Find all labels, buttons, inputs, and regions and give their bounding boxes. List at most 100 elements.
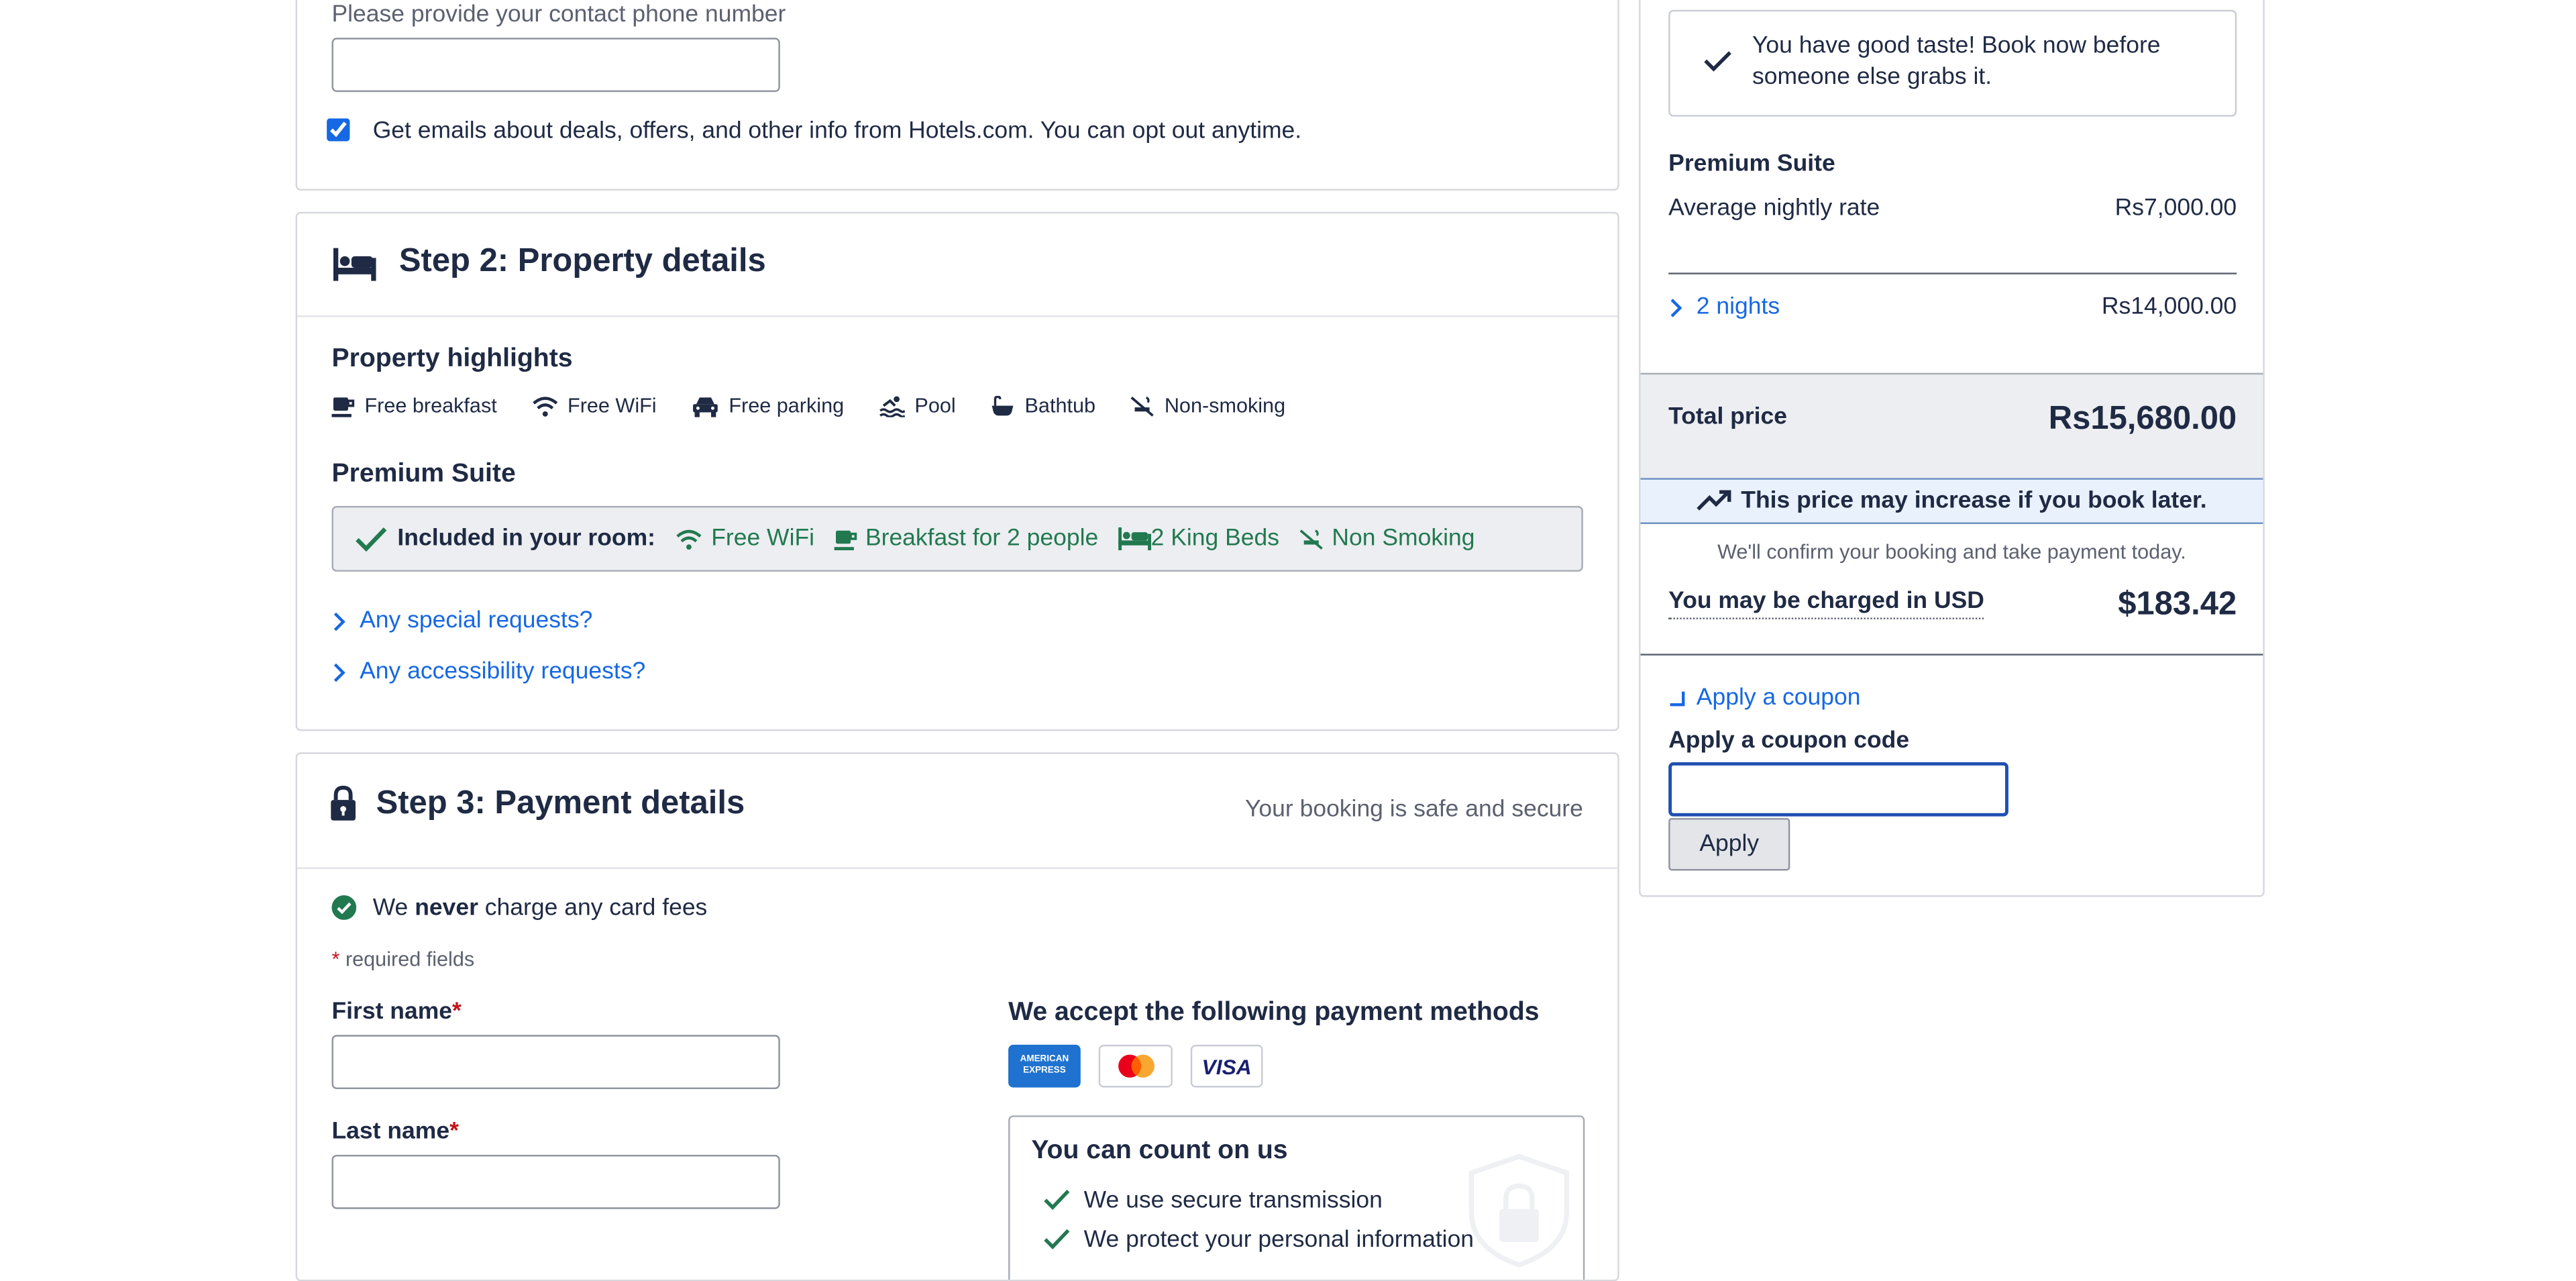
good-taste-tip: You have good taste! Book now before som…: [1668, 9, 2237, 117]
summary-room-name: Premium Suite: [1668, 151, 1835, 178]
phone-label: Please provide your contact phone number: [331, 1, 786, 28]
included-item: Non Smoking: [1299, 525, 1474, 552]
price-increase-text: This price may increase if you book late…: [1741, 488, 2207, 515]
average-rate-label: Average nightly rate: [1668, 195, 1880, 222]
highlight-label: Free WiFi: [568, 394, 657, 417]
usd-charge-label[interactable]: You may be charged in USD: [1668, 588, 1984, 619]
trust-title: You can count on us: [1031, 1137, 1288, 1165]
highlight-label: Pool: [914, 394, 956, 417]
bed-icon: [333, 248, 376, 281]
card-fees-bold: never: [415, 895, 478, 922]
visa-logo: VISA: [1190, 1044, 1263, 1088]
required-fields-note: * required fields: [331, 947, 474, 970]
payment-details-card: Step 3: Payment details Your booking is …: [295, 752, 1619, 1281]
card-fees-suffix: charge any card fees: [484, 895, 708, 922]
first-name-input[interactable]: [331, 1035, 780, 1090]
confirm-note: We'll confirm your booking and take paym…: [1717, 540, 2186, 564]
special-requests-toggle[interactable]: Any special requests?: [331, 608, 592, 634]
nights-toggle[interactable]: 2 nights: [1668, 294, 1780, 320]
email-opt-in-label: Get emails about deals, offers, and othe…: [372, 118, 1302, 145]
included-in-room-box: Included in your room: Free WiFi Breakfa…: [331, 505, 1583, 572]
required-star: *: [331, 947, 340, 971]
accessibility-requests-label: Any accessibility requests?: [360, 658, 646, 685]
visa-logo-text: VISA: [1201, 1054, 1252, 1079]
pool-icon: [879, 395, 905, 417]
mastercard-logo: [1098, 1044, 1173, 1088]
highlight-label: Non-smoking: [1164, 394, 1286, 417]
step2-title: Step 2: Property details: [398, 243, 766, 280]
wifi-icon: [532, 396, 557, 416]
chevron-right-icon: [333, 662, 345, 682]
email-opt-in-checkbox[interactable]: [327, 118, 350, 142]
trust-item: We use secure transmission: [1083, 1187, 1383, 1215]
coupon-code-label: Apply a coupon code: [1668, 727, 1910, 754]
secure-note: Your booking is safe and secure: [1245, 797, 1583, 823]
included-item-label: Breakfast for 2 people: [865, 525, 1099, 552]
step2-header: Step 2: Property details: [297, 213, 1618, 317]
step3-header: Step 3: Payment details Your booking is …: [297, 754, 1618, 869]
apply-coupon-button[interactable]: Apply: [1668, 818, 1790, 871]
price-summary-panel: You have good taste! Book now before som…: [1639, 0, 2265, 897]
nights-label: 2 nights: [1696, 294, 1780, 321]
usd-charge-value: $183.42: [2118, 586, 2237, 623]
total-price-value: Rs15,680.00: [2048, 401, 2237, 438]
coffee-icon: [331, 397, 355, 417]
total-price-label: Total price: [1668, 404, 1788, 431]
trust-box: You can count on us We use secure transm…: [1008, 1115, 1585, 1280]
lock-icon: [331, 785, 356, 821]
chevron-right-icon: [1670, 297, 1682, 317]
required-star: *: [452, 998, 462, 1025]
checkmark-icon: [1044, 1229, 1070, 1249]
property-highlights-list: Free breakfast Free WiFi Free parking Po…: [331, 395, 1320, 417]
accessibility-requests-toggle[interactable]: Any accessibility requests?: [331, 659, 645, 685]
highlight-item: Free breakfast: [331, 394, 497, 417]
shield-lock-icon: [1468, 1154, 1570, 1268]
included-item: Breakfast for 2 people: [834, 525, 1098, 552]
included-item-label: Free WiFi: [711, 525, 815, 552]
phone-input[interactable]: [331, 38, 780, 93]
card-fees-prefix: We: [372, 895, 409, 922]
highlight-label: Free breakfast: [364, 394, 497, 417]
included-item-label: Non Smoking: [1332, 525, 1475, 552]
card-fees-note: We never charge any card fees: [373, 895, 708, 921]
wifi-icon: [676, 529, 702, 549]
amex-logo: AMERICAN EXPRESS: [1008, 1044, 1081, 1088]
included-item: 2 King Beds: [1118, 525, 1279, 552]
payment-methods-title: We accept the following payment methods: [1008, 998, 1540, 1027]
coupon-code-input[interactable]: [1668, 762, 2008, 817]
last-name-label: Last name*: [331, 1119, 458, 1145]
room-title: Premium Suite: [331, 460, 516, 489]
average-rate-value: Rs7,000.00: [2114, 195, 2237, 222]
nights-row: 2 nights Rs14,000.00: [1668, 294, 2237, 320]
price-increase-notice: This price may increase if you book late…: [1640, 478, 2263, 524]
included-item: Free WiFi: [675, 525, 814, 552]
last-name-input[interactable]: [331, 1154, 780, 1209]
checkmark-icon: [356, 527, 387, 552]
highlight-item: Bathtub: [990, 395, 1095, 417]
apply-coupon-label: Apply a coupon: [1696, 684, 1861, 711]
mastercard-icon: [1117, 1054, 1154, 1078]
bed-icon: [1118, 527, 1151, 551]
highlight-item: Free WiFi: [531, 394, 657, 417]
step3-title: Step 3: Payment details: [376, 785, 745, 821]
last-name-label-text: Last name: [331, 1119, 450, 1145]
summary-divider: [1668, 272, 2237, 274]
check-circle-icon: [331, 895, 357, 920]
average-rate-row: Average nightly rate Rs7,000.00: [1668, 195, 2237, 221]
highlight-item: Non-smoking: [1130, 395, 1285, 417]
property-details-card: Step 2: Property details Property highli…: [295, 211, 1619, 731]
first-name-label: First name*: [331, 998, 461, 1025]
car-icon: [692, 397, 718, 417]
contact-details-card: Please provide your contact phone number…: [295, 0, 1619, 191]
good-taste-text: You have good taste! Book now before som…: [1752, 32, 2161, 91]
checkmark-icon: [1044, 1189, 1070, 1211]
highlight-label: Free parking: [729, 394, 845, 417]
coffee-icon: [834, 529, 857, 550]
no-smoking-icon: [1130, 395, 1154, 416]
highlight-label: Bathtub: [1024, 394, 1096, 417]
trending-up-icon: [1697, 490, 1731, 511]
apply-coupon-toggle[interactable]: Apply a coupon: [1668, 684, 1861, 711]
highlight-item: Pool: [879, 395, 956, 417]
required-text: required fields: [345, 947, 475, 971]
included-item-label: 2 King Beds: [1150, 525, 1280, 552]
